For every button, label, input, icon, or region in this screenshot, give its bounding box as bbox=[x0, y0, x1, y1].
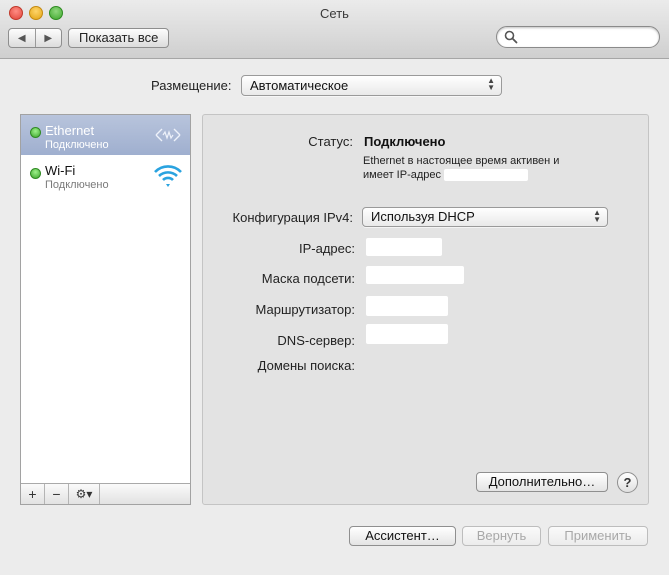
status-desc-line1: Ethernet в настоящее время активен и bbox=[363, 155, 560, 167]
ipv4-config-value: Используя DHCP bbox=[371, 209, 475, 224]
network-preferences-window: Сеть ◀ ▶ Показать все Размещение: Автома… bbox=[0, 0, 669, 575]
ip-address-redacted bbox=[366, 238, 442, 256]
location-value: Автоматическое bbox=[250, 78, 349, 93]
add-service-button[interactable]: + bbox=[21, 484, 45, 504]
service-status: Подключено bbox=[45, 179, 109, 191]
titlebar: Сеть ◀ ▶ Показать все bbox=[0, 0, 669, 59]
dns-server-redacted bbox=[366, 324, 448, 344]
window-title: Сеть bbox=[320, 6, 349, 21]
redacted-ip bbox=[444, 169, 529, 182]
router-redacted bbox=[366, 296, 448, 316]
status-green-dot-icon bbox=[30, 127, 41, 138]
router-label: Маршрутизатор: bbox=[255, 302, 355, 317]
subnet-mask-redacted bbox=[366, 266, 464, 284]
service-list: Ethernet Подключено Wi-Fi Подключено + −… bbox=[20, 114, 191, 505]
help-button[interactable]: ? bbox=[617, 472, 638, 493]
ethernet-icon bbox=[155, 128, 181, 142]
status-desc-line2-wrap: имеет IP-адрес bbox=[363, 168, 613, 182]
wifi-icon bbox=[154, 165, 182, 187]
show-all-button[interactable]: Показать все bbox=[68, 28, 170, 48]
assistant-button[interactable]: Ассистент… bbox=[349, 526, 456, 546]
back-button[interactable]: ◀ bbox=[9, 29, 35, 47]
status-green-dot-icon bbox=[30, 168, 41, 179]
search-icon bbox=[504, 30, 518, 44]
search-field[interactable] bbox=[496, 26, 660, 48]
service-name: Ethernet bbox=[45, 123, 95, 138]
subnet-mask-label: Маска подсети: bbox=[261, 271, 355, 286]
service-item-ethernet[interactable]: Ethernet Подключено bbox=[21, 115, 190, 155]
status-description: Ethernet в настоящее время активен и име… bbox=[363, 154, 613, 182]
dns-server-label: DNS-сервер: bbox=[277, 333, 355, 348]
apply-button[interactable]: Применить bbox=[548, 526, 648, 546]
service-name: Wi-Fi bbox=[45, 163, 76, 178]
search-domains-label: Домены поиска: bbox=[257, 358, 355, 373]
gear-menu-button[interactable]: ⚙▾ bbox=[69, 484, 100, 504]
nav-back-forward: ◀ ▶ bbox=[8, 28, 62, 48]
forward-button[interactable]: ▶ bbox=[34, 29, 62, 47]
location-label: Размещение: bbox=[151, 78, 232, 93]
select-arrows-icon: ▲ ▼ bbox=[487, 76, 495, 92]
status-value: Подключено bbox=[364, 134, 446, 149]
revert-button[interactable]: Вернуть bbox=[462, 526, 541, 546]
service-status: Подключено bbox=[45, 139, 109, 151]
service-item-wifi[interactable]: Wi-Fi Подключено bbox=[21, 156, 190, 196]
ipv4-config-label: Конфигурация IPv4: bbox=[232, 210, 353, 225]
remove-service-button[interactable]: − bbox=[45, 484, 69, 504]
advanced-button[interactable]: Дополнительно… bbox=[476, 472, 608, 492]
ipv4-config-select[interactable]: Используя DHCP ▲ ▼ bbox=[362, 207, 608, 227]
ip-address-label: IP-адрес: bbox=[299, 241, 355, 256]
status-desc-line2: имеет IP-адрес bbox=[363, 169, 441, 181]
back-arrow-icon: ◀ bbox=[17, 32, 26, 44]
status-label: Статус: bbox=[308, 134, 353, 149]
service-list-toolbar: + − ⚙▾ bbox=[21, 483, 190, 504]
location-select[interactable]: Автоматическое ▲ ▼ bbox=[241, 75, 502, 96]
select-arrows-icon: ▲ ▼ bbox=[593, 208, 601, 224]
forward-arrow-icon: ▶ bbox=[44, 32, 53, 44]
